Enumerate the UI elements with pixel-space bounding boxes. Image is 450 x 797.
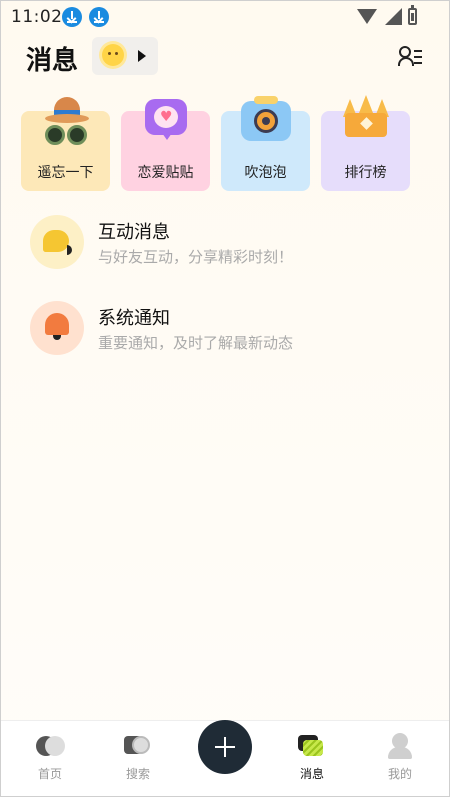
message-subtitle: 与好友互动，分享精彩时刻！ [98,248,294,266]
feature-card-bubbles[interactable]: 吹泡泡 [221,96,310,191]
message-title: 互动消息 [98,222,170,243]
feature-card-yaowang[interactable]: 遥忘一下 [21,97,110,191]
status-time: 11:02 [11,7,63,27]
download-icon [89,7,109,27]
nav-tab-me[interactable]: 我的 [370,733,430,782]
battery-icon [408,5,417,25]
status-bar: 11:02 [0,0,450,34]
search-icon [122,733,154,759]
nav-tab-home[interactable]: 首页 [20,733,80,782]
heart-bubble-icon: ♥ [145,99,187,140]
card-label: 遥忘一下 [37,165,94,181]
weather-button[interactable] [92,37,158,75]
messages-icon [296,733,328,759]
avatar [30,215,84,269]
nav-label: 消息 [299,767,324,781]
nav-label: 首页 [37,767,62,781]
play-arrow-icon [138,50,146,62]
nav-tab-search[interactable]: 搜索 [108,733,168,782]
bell-icon [45,313,69,340]
feature-card-leaderboard[interactable]: 排行榜 [321,95,410,191]
message-subtitle: 重要通知，及时了解最新动态 [98,334,294,352]
sun-icon [102,44,124,66]
binoculars-icon [45,123,89,147]
avatar [30,301,84,355]
card-label: 恋爱贴贴 [137,165,194,181]
download-icon [62,7,82,27]
feature-card-love-stickers[interactable]: ♥ 恋爱贴贴 [121,99,210,191]
message-row-system[interactable]: 系统通知 重要通知，及时了解最新动态 [30,301,430,357]
cellular-signal-icon [385,8,402,25]
camera-icon [241,96,291,141]
nav-label: 我的 [387,767,412,781]
page-title: 消息 [26,46,79,76]
wifi-icon [357,9,377,24]
message-row-interaction[interactable]: 互动消息 与好友互动，分享精彩时刻！ [30,215,430,271]
contacts-button[interactable] [398,46,422,66]
nav-label: 搜索 [125,767,150,781]
nav-tab-messages[interactable]: 消息 [282,733,342,782]
message-title: 系统通知 [98,308,170,329]
crown-icon [343,95,389,139]
card-label: 吹泡泡 [244,165,287,181]
bottom-nav: 首页 搜索 消息 我的 [0,720,450,797]
card-label: 排行榜 [344,165,387,181]
profile-icon [384,733,416,759]
home-icon [34,733,66,759]
chat-bubble-icon [43,230,69,252]
create-button[interactable] [198,720,252,774]
